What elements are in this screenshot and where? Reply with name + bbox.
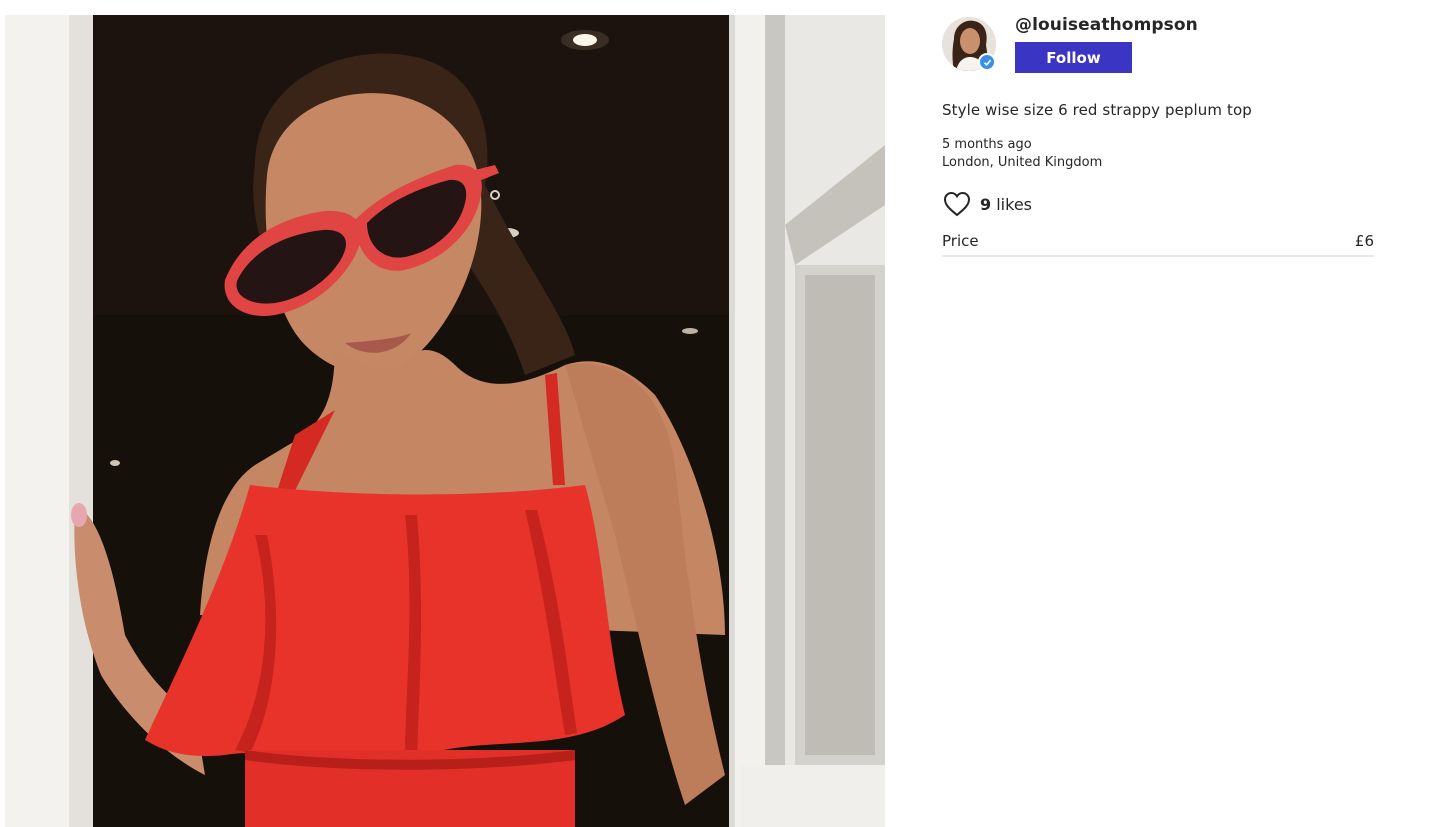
location: London, United Kingdom — [942, 155, 1103, 170]
listing-meta: 5 months ago London, United Kingdom — [942, 136, 1374, 172]
item-description: Style wise size 6 red strappy peplum top — [942, 101, 1252, 119]
seller-info: @louiseathompson Follow — [1015, 15, 1198, 73]
likes-count: 9 — [980, 194, 992, 214]
posted-time: 5 months ago — [942, 137, 1032, 152]
verified-check-icon — [978, 53, 996, 71]
seller-username[interactable]: @louiseathompson — [1015, 15, 1198, 35]
seller-header: @louiseathompson Follow — [942, 15, 1374, 77]
price-value: £6 — [1354, 232, 1374, 250]
product-photo[interactable] — [5, 15, 885, 827]
follow-button[interactable]: Follow — [1015, 42, 1132, 73]
listing-page: @louiseathompson Follow Style wise size … — [0, 0, 1429, 827]
product-photo-illustration — [5, 15, 885, 827]
avatar[interactable] — [942, 17, 996, 71]
price-row: Price £6 — [942, 227, 1374, 257]
likes-text: 9 likes — [980, 195, 1032, 214]
likes-row: 9 likes — [942, 189, 1374, 219]
heart-outline-icon[interactable] — [942, 189, 972, 219]
listing-details: @louiseathompson Follow Style wise size … — [942, 15, 1374, 257]
price-label: Price — [942, 232, 979, 250]
likes-label: likes — [996, 194, 1032, 214]
